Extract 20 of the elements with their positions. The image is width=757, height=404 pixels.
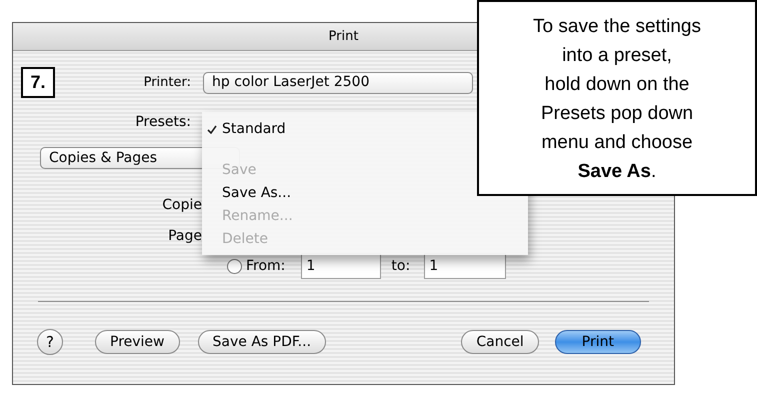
window-title: Print	[328, 28, 358, 46]
from-label: From:	[246, 256, 286, 276]
callout-text: To save the settings into a preset, hold down on the Presets pop down menu and choose Save As.	[533, 15, 701, 184]
from-field[interactable]: 1	[301, 253, 382, 279]
radio-button[interactable]	[227, 258, 242, 274]
printer-label: Printer:	[142, 74, 191, 92]
help-button[interactable]: ?	[37, 329, 63, 355]
to-label: to:	[391, 256, 410, 276]
print-button[interactable]: Print	[554, 330, 641, 354]
printer-popup[interactable]: hp color LaserJet 2500	[203, 72, 473, 94]
dialog-button[interactable]: Save As PDF...	[198, 330, 326, 354]
copies-label: Copie	[162, 196, 202, 215]
menu-item[interactable]: Standard	[222, 119, 286, 140]
dialog-button[interactable]: Cancel	[461, 330, 539, 354]
dialog-button[interactable]: Preview	[95, 330, 180, 354]
pages-label: Page	[168, 227, 202, 246]
menu-item[interactable]: Save As...	[222, 183, 292, 204]
to-field[interactable]: 1	[424, 253, 506, 279]
presets-label: Presets:	[134, 113, 191, 132]
step-label: 7.	[21, 67, 55, 98]
